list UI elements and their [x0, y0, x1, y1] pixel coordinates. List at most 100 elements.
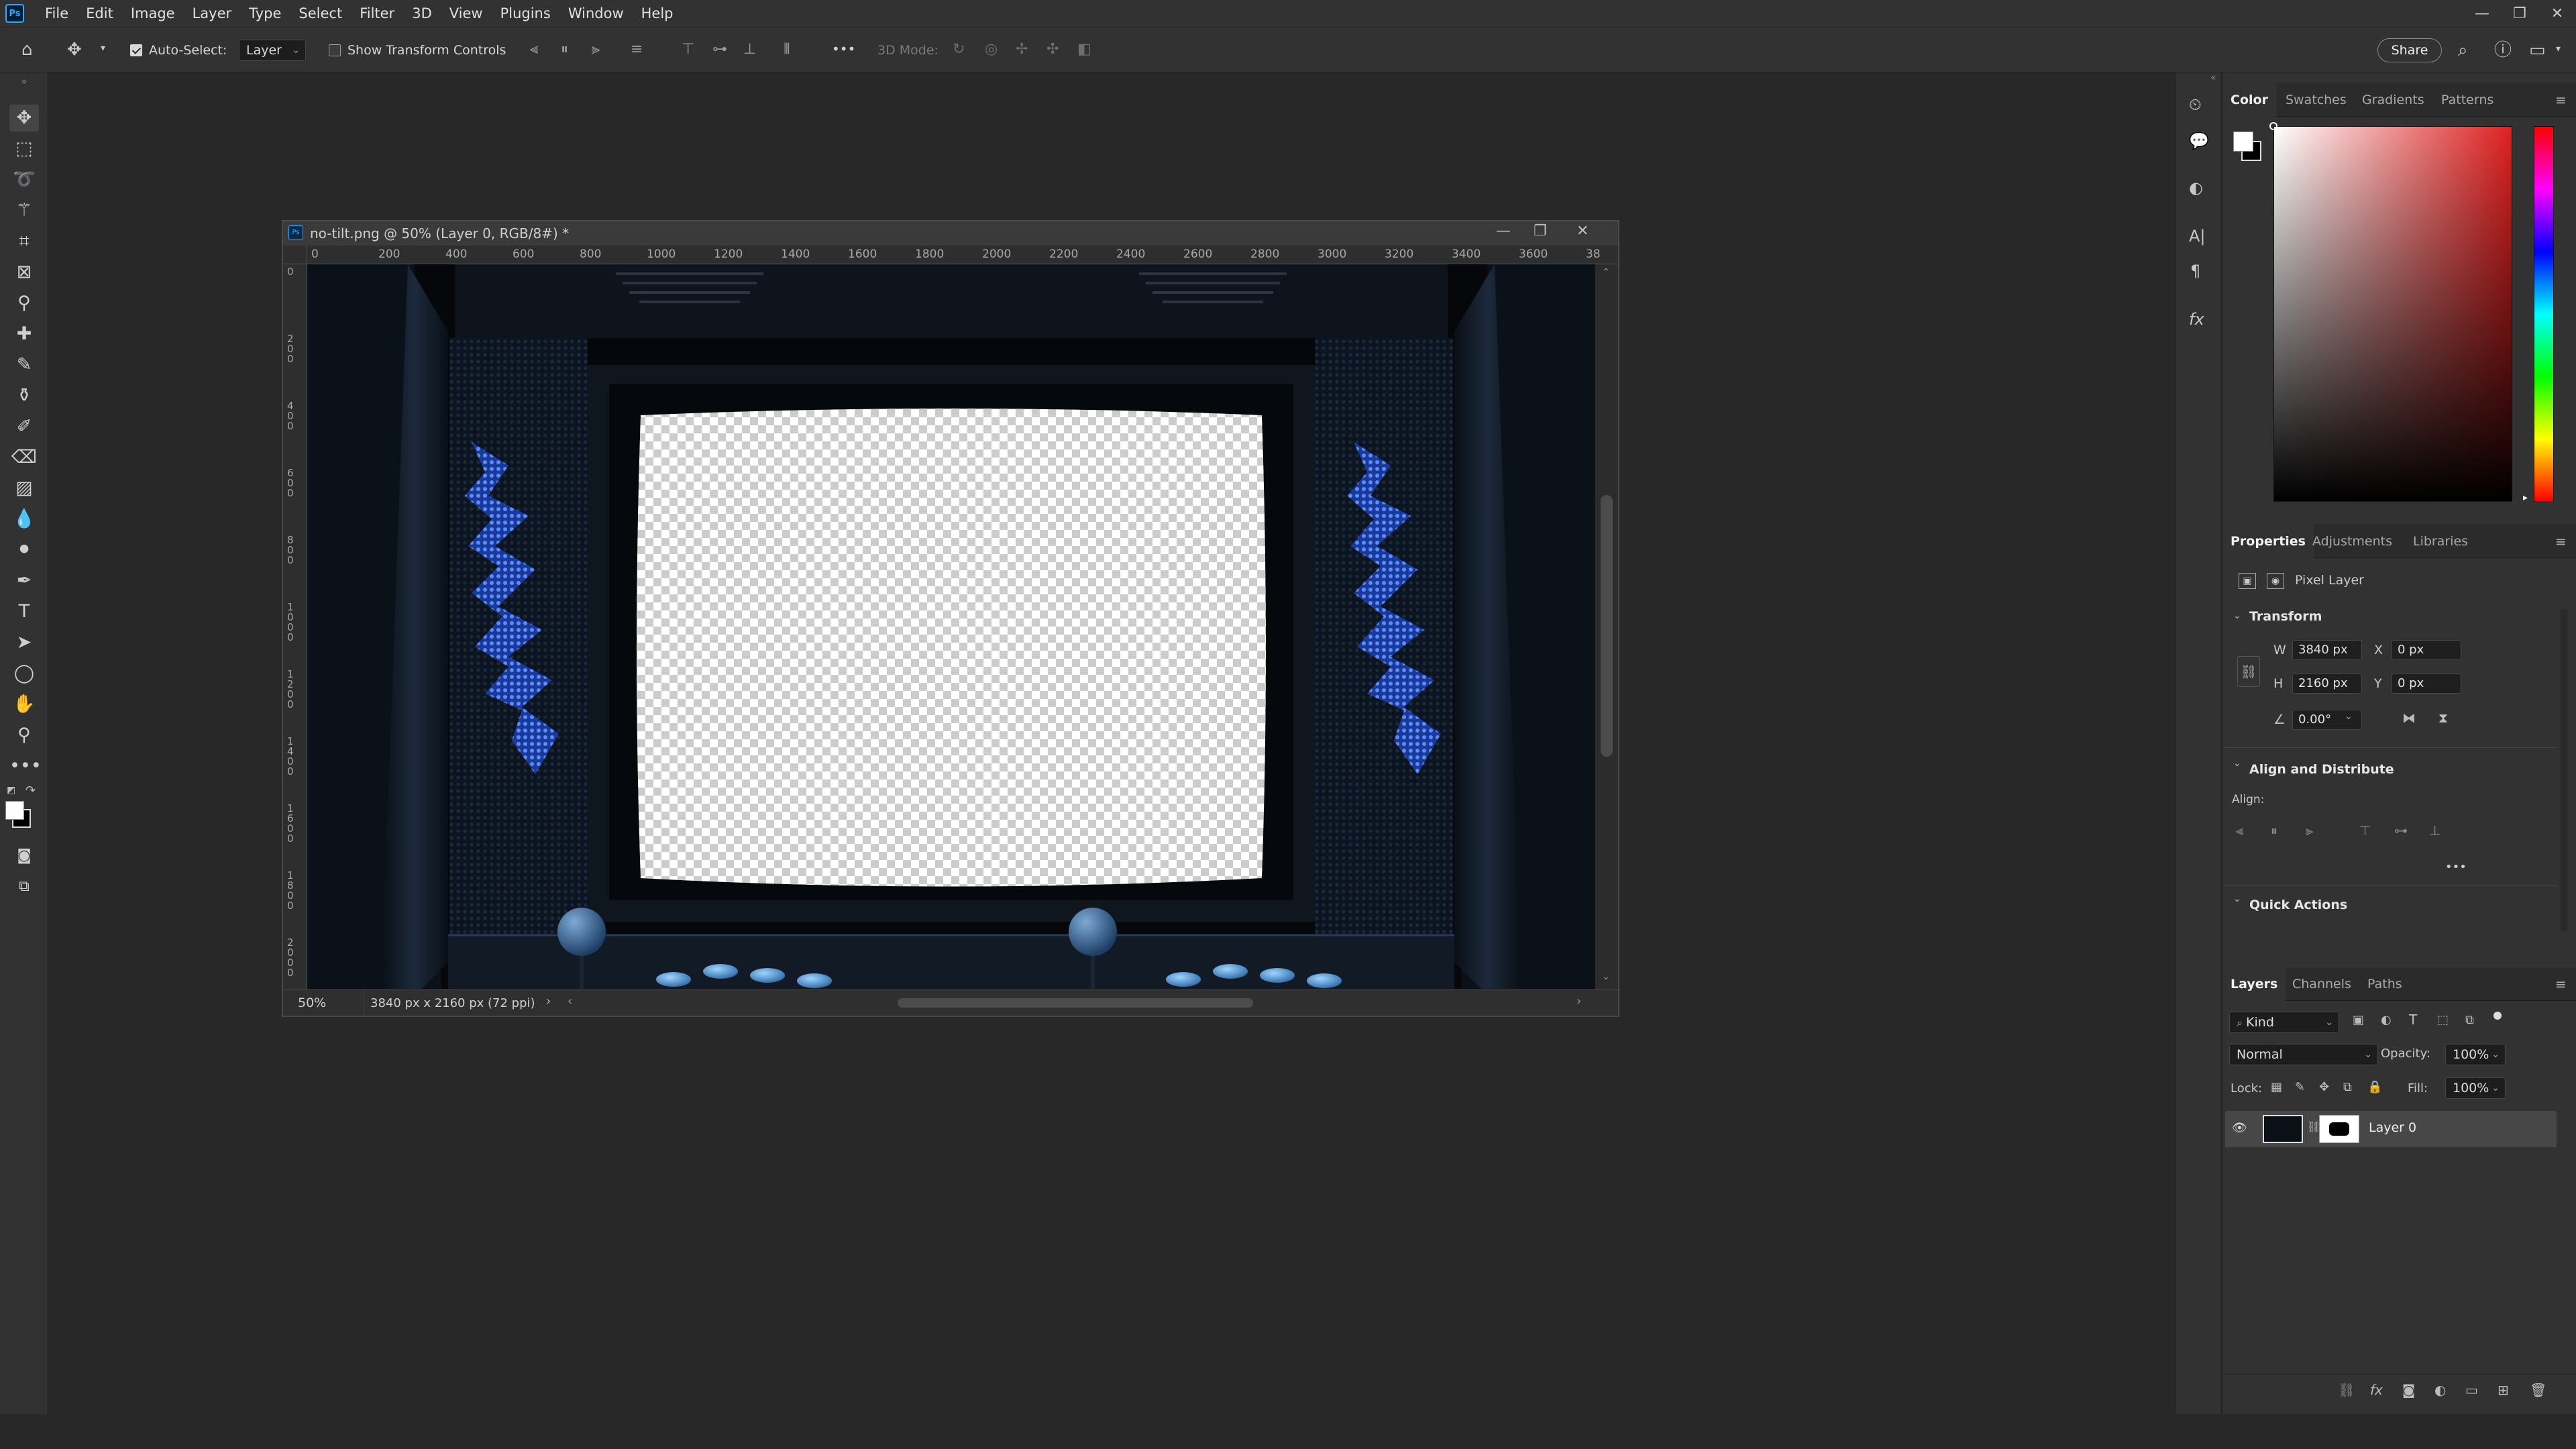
menu-window[interactable]: Window [559, 5, 633, 21]
filter-adjustment-icon[interactable]: ◐ [2381, 1013, 2392, 1027]
align-left-icon[interactable]: ⫷ [530, 42, 538, 57]
menu-image[interactable]: Image [122, 5, 184, 21]
align-chevron-icon[interactable]: ⌄ [2233, 758, 2241, 769]
styles-icon[interactable]: fx [2189, 311, 2204, 327]
frame-tool[interactable]: ⊠ [9, 259, 39, 286]
properties-menu-icon[interactable]: ≡ [2555, 525, 2567, 558]
hue-slider[interactable] [2534, 126, 2554, 502]
blur-tool[interactable]: 💧 [9, 506, 39, 533]
x-field[interactable]: 0 px [2392, 640, 2461, 660]
tab-gradients[interactable]: Gradients [2362, 83, 2424, 117]
home-icon[interactable]: ⌂ [21, 41, 33, 58]
document-tab[interactable]: Ps no-tilt.png @ 50% (Layer 0, RGB/8#) *… [283, 221, 1618, 246]
path-selection-tool[interactable]: ➤ [9, 629, 39, 656]
3d-slide-icon[interactable]: ✣ [1046, 42, 1059, 57]
fill-field[interactable]: 100% ⌄ [2445, 1077, 2506, 1099]
workspace-icon[interactable]: ▭ [2529, 42, 2546, 59]
color-foreground-swatch[interactable] [2233, 131, 2253, 152]
tab-properties[interactable]: Properties [2222, 525, 2314, 558]
align-distribute-title[interactable]: Align and Distribute [2249, 762, 2394, 777]
align-middle-icon[interactable]: ⊶ [712, 42, 727, 57]
lock-artboard-icon[interactable]: ⧉ [2343, 1080, 2352, 1094]
tab-color[interactable]: Color [2222, 83, 2276, 117]
vertical-scrollbar[interactable]: ⌃ ⌄ [1595, 264, 1618, 989]
add-mask-icon[interactable]: ◙ [2402, 1382, 2415, 1398]
blend-mode-dropdown[interactable]: Normal ⌄ [2229, 1044, 2378, 1065]
panel-align-center-icon[interactable]: ⏸ [2271, 822, 2277, 839]
3d-scale-icon[interactable]: ◧ [1077, 42, 1091, 57]
share-button[interactable]: Share [2377, 38, 2442, 62]
tab-channels[interactable]: Channels [2292, 967, 2351, 1001]
panel-align-top-icon[interactable]: ⊤ [2359, 822, 2371, 839]
scroll-right-icon[interactable]: › [1576, 994, 1581, 1008]
search-icon[interactable]: ⌕ [2458, 42, 2468, 59]
align-right-icon[interactable]: ⫸ [592, 42, 600, 57]
quick-actions-chevron-icon[interactable]: ⌄ [2233, 894, 2241, 904]
auto-select-dropdown[interactable]: Layer ⌄ [239, 40, 306, 61]
filter-shape-icon[interactable]: ⬚ [2437, 1013, 2449, 1027]
transform-chevron-icon[interactable]: ⌄ [2233, 610, 2241, 621]
status-expand-icon[interactable]: › [546, 994, 551, 1008]
menu-help[interactable]: Help [633, 5, 682, 21]
align-center-icon[interactable]: ⏸ [561, 42, 568, 57]
tab-paths[interactable]: Paths [2367, 967, 2402, 1001]
close-icon[interactable]: ✕ [2538, 5, 2576, 22]
collapse-icon[interactable]: » [9, 75, 39, 89]
scroll-down-icon[interactable]: ⌄ [1602, 971, 1610, 982]
auto-select-checkbox[interactable] [130, 44, 142, 56]
panel-align-left-icon[interactable]: ⫷ [2236, 822, 2243, 839]
new-group-icon[interactable]: ▭ [2465, 1382, 2478, 1398]
screen-mode-icon[interactable]: ⧉ [9, 873, 39, 900]
lock-transparency-icon[interactable]: ▦ [2271, 1080, 2282, 1094]
lock-pixels-icon[interactable]: ✎ [2295, 1080, 2305, 1094]
scroll-left-icon[interactable]: ‹ [568, 994, 572, 1008]
menu-3d[interactable]: 3D [403, 5, 441, 21]
y-field[interactable]: 0 px [2392, 674, 2461, 694]
more-tools-icon[interactable]: ••• [9, 753, 42, 780]
doc-close-icon[interactable]: ✕ [1576, 223, 1589, 239]
flip-horizontal-icon[interactable]: ⧓ [2402, 710, 2416, 726]
layers-menu-icon[interactable]: ≡ [2555, 967, 2567, 1001]
link-layers-icon[interactable]: ⛓ [2338, 1382, 2355, 1398]
align-more-icon[interactable]: ••• [2445, 860, 2467, 874]
lasso-tool[interactable]: ➰ [9, 166, 39, 193]
tab-patterns[interactable]: Patterns [2441, 83, 2493, 117]
menu-file[interactable]: File [36, 5, 77, 21]
new-adjustment-icon[interactable]: ◐ [2434, 1382, 2446, 1398]
flip-vertical-icon[interactable]: ⧗ [2438, 710, 2448, 726]
tab-adjustments[interactable]: Adjustments [2312, 525, 2392, 558]
adjustments-icon[interactable]: ◐ [2189, 180, 2203, 196]
menu-plugins[interactable]: Plugins [492, 5, 559, 21]
workspace-chevron-icon[interactable]: ▾ [2556, 44, 2561, 54]
show-transform-checkbox[interactable] [329, 44, 341, 56]
tab-libraries[interactable]: Libraries [2413, 525, 2468, 558]
paragraph-icon[interactable]: ¶ [2190, 263, 2200, 279]
eraser-tool[interactable]: ⌫ [9, 444, 39, 471]
collapse-panels-icon[interactable]: « [2210, 72, 2216, 83]
zoom-tool[interactable]: ⚲ [9, 722, 39, 749]
lock-all-icon[interactable]: 🔒 [2367, 1080, 2382, 1094]
align-bottom-icon[interactable]: ⊥ [743, 42, 756, 57]
color-field[interactable] [2273, 126, 2512, 502]
menu-edit[interactable]: Edit [77, 5, 122, 21]
comments-icon[interactable]: 💬 [2189, 133, 2209, 149]
tab-swatches[interactable]: Swatches [2286, 83, 2347, 117]
lock-position-icon[interactable]: ✥ [2319, 1080, 2329, 1094]
3d-orbit-icon[interactable]: ↻ [953, 42, 965, 57]
clone-stamp-tool[interactable]: ⚱ [9, 382, 39, 409]
layer-thumbnail[interactable] [2263, 1115, 2303, 1143]
foreground-color-swatch[interactable] [5, 801, 24, 820]
filter-smart-object-icon[interactable]: ⧉ [2465, 1013, 2474, 1027]
layer-name[interactable]: Layer 0 [2369, 1120, 2416, 1135]
3d-roll-icon[interactable]: ◎ [985, 42, 998, 57]
layer-style-icon[interactable]: fx [2370, 1382, 2383, 1398]
width-field[interactable]: 3840 px [2292, 640, 2362, 660]
layer-row[interactable]: 👁 ⛓ Layer 0 [2225, 1111, 2557, 1147]
filter-pixel-icon[interactable]: ▣ [2353, 1013, 2364, 1027]
menu-layer[interactable]: Layer [184, 5, 241, 21]
tab-layers[interactable]: Layers [2222, 967, 2286, 1001]
menu-select[interactable]: Select [290, 5, 351, 21]
crop-tool[interactable]: ⌗ [9, 228, 39, 255]
color-panel-menu-icon[interactable]: ≡ [2555, 83, 2567, 117]
transform-title[interactable]: Transform [2249, 609, 2322, 624]
